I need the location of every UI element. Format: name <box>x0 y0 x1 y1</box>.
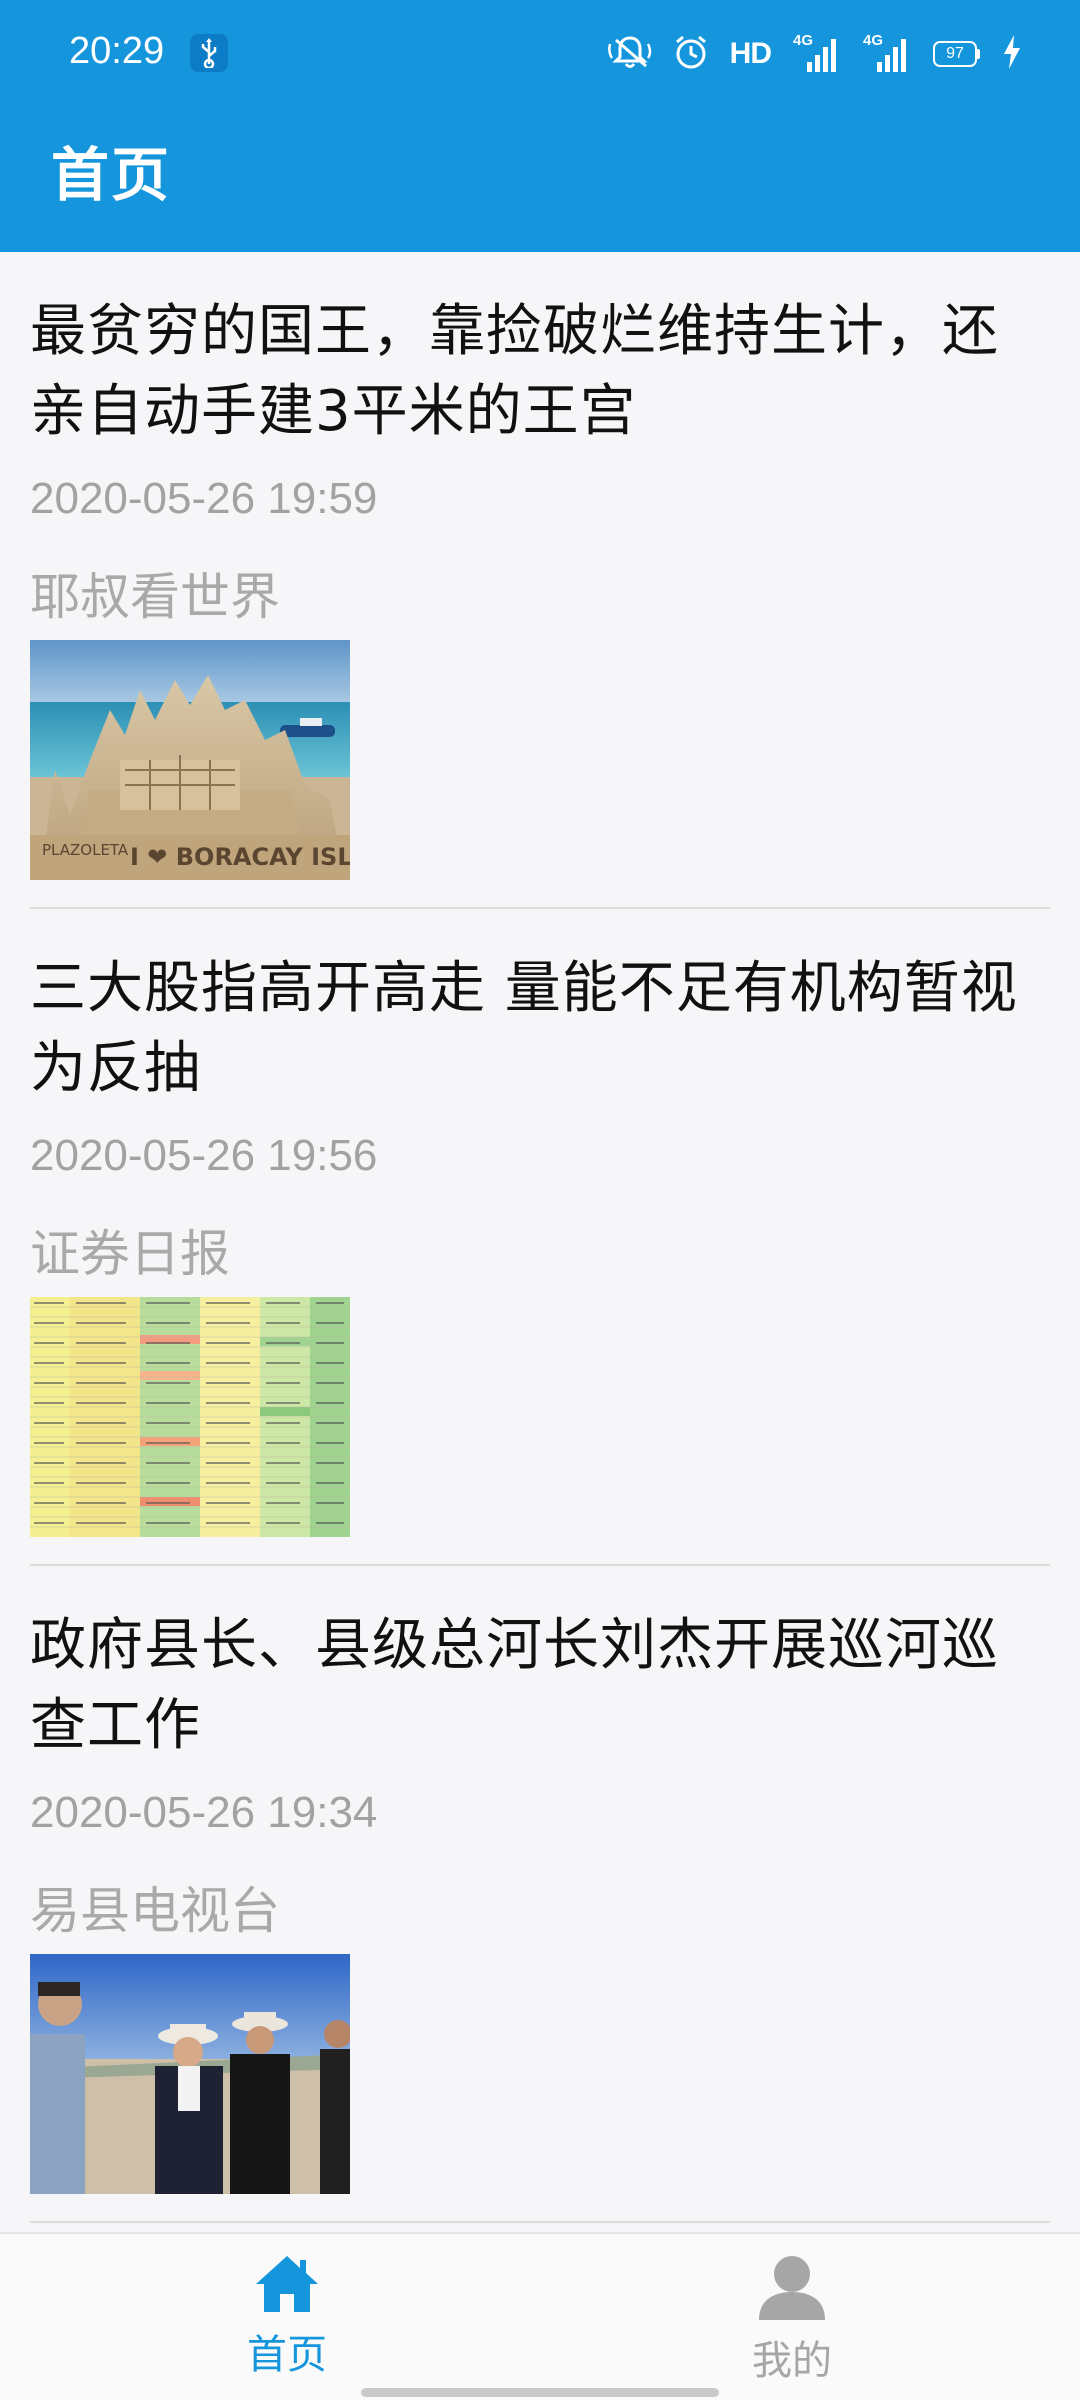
officials-photo <box>30 1954 350 2194</box>
battery-tip <box>977 49 980 59</box>
person-icon[interactable] <box>757 2254 827 2324</box>
usb-icon <box>190 34 228 72</box>
news-source: 耶叔看世界 <box>30 568 280 626</box>
alarm-icon <box>674 34 708 75</box>
home-indicator[interactable] <box>361 2388 719 2397</box>
bottom-nav: 首页 我的 <box>0 2232 1080 2400</box>
thumb-caption-boracay: I ❤ BORACAY ISLAND <box>130 843 350 871</box>
nav-home-tab[interactable]: 首页 <box>187 2254 387 2380</box>
app-header: 20:29 HD 4G 4G 97 首页 <box>0 0 1080 252</box>
news-title[interactable]: 三大股指高开高走 量能不足有机构暂视为反抽 <box>30 949 1055 1109</box>
news-feed[interactable]: 最贫穷的国王，靠捡破烂维持生计，还亲自动手建3平米的王宫 2020-05-26 … <box>0 252 1080 2223</box>
app: 20:29 HD 4G 4G 97 首页 最贫穷的国王，靠捡破烂维持生计，还亲自… <box>0 0 1080 2400</box>
news-item[interactable]: 最贫穷的国王，靠捡破烂维持生计，还亲自动手建3平米的王宫 2020-05-26 … <box>30 252 1050 909</box>
home-icon[interactable] <box>254 2254 320 2318</box>
news-source: 易县电视台 <box>30 1882 280 1940</box>
thumb-caption-plazoleta: PLAZOLETA <box>42 841 129 859</box>
nav-mine-tab[interactable]: 我的 <box>692 2254 892 2386</box>
page-title: 首页 <box>51 141 172 209</box>
news-thumbnail[interactable]: PLAZOLETA I ❤ BORACAY ISLAND <box>30 640 350 880</box>
status-icons: HD 4G 4G 97 <box>607 30 1022 78</box>
news-thumbnail[interactable] <box>30 1297 350 1537</box>
battery-level: 97 <box>933 41 977 67</box>
signal-icon: 4G <box>863 32 911 74</box>
news-item[interactable]: 三大股指高开高走 量能不足有机构暂视为反抽 2020-05-26 19:56 证… <box>30 909 1050 1566</box>
news-time: 2020-05-26 19:34 <box>30 1788 378 1837</box>
news-title[interactable]: 政府县长、县级总河长刘杰开展巡河巡查工作 <box>30 1606 1055 1766</box>
charging-icon <box>1002 34 1022 74</box>
signal-icon: 4G <box>793 32 841 74</box>
battery-icon: 97 <box>933 41 980 67</box>
news-title[interactable]: 最贫穷的国王，靠捡破烂维持生计，还亲自动手建3平米的王宫 <box>30 292 1055 452</box>
news-source: 证券日报 <box>30 1225 230 1283</box>
nav-mine-label[interactable]: 我的 <box>752 2328 832 2386</box>
status-time: 20:29 <box>69 30 165 72</box>
news-item[interactable]: 政府县长、县级总河长刘杰开展巡河巡查工作 2020-05-26 19:34 易县… <box>30 1566 1050 2223</box>
news-time: 2020-05-26 19:56 <box>30 1131 378 1180</box>
stock-table-image <box>30 1297 350 1537</box>
mute-icon <box>607 34 652 75</box>
news-time: 2020-05-26 19:59 <box>30 474 378 523</box>
news-thumbnail[interactable] <box>30 1954 350 2194</box>
hd-indicator: HD <box>729 37 772 70</box>
nav-home-label[interactable]: 首页 <box>247 2322 327 2380</box>
